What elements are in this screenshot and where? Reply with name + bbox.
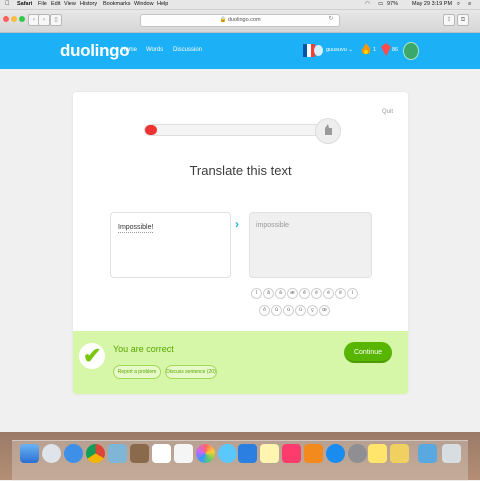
browser-toolbar: ‹ › ▯ 🔒 duolingo.com ↻ ⇪ ⧉ — [0, 10, 480, 33]
tabs-overview-button[interactable]: ⧉ — [457, 14, 469, 26]
menu-window[interactable]: Window — [134, 1, 154, 7]
checkmark-icon: ✔ — [79, 343, 105, 369]
avatar[interactable] — [314, 45, 323, 56]
menu-bookmarks[interactable]: Bookmarks — [103, 1, 131, 7]
spotlight-icon[interactable]: ⌕ — [457, 1, 460, 8]
menu-history[interactable]: History — [80, 1, 97, 7]
menu-view[interactable]: View — [64, 1, 76, 7]
ibooks-icon[interactable] — [304, 444, 323, 463]
progress-fill — [145, 125, 158, 135]
close-window-button[interactable] — [3, 16, 9, 22]
reload-icon[interactable]: ↻ — [326, 14, 336, 24]
result-message: You are correct — [113, 344, 174, 354]
contacts-icon[interactable] — [130, 444, 149, 463]
char-key[interactable]: à — [275, 288, 286, 299]
nav-home[interactable]: Home — [121, 47, 137, 53]
char-key[interactable]: é — [323, 288, 334, 299]
gem-count: 86 — [392, 47, 399, 53]
char-key[interactable]: è — [311, 288, 322, 299]
char-key[interactable]: ç — [307, 305, 318, 316]
notification-center-icon[interactable]: ≡ — [468, 1, 471, 7]
result-banner: ✔ You are correct Report a problem Discu… — [73, 331, 408, 394]
report-problem-button[interactable]: Report a problem — [113, 365, 161, 379]
discuss-sentence-button[interactable]: Discuss sentence (20) — [165, 365, 217, 379]
site-header: duolingo Home Words Discussion guusuvu ⌄… — [0, 33, 480, 69]
menu-file[interactable]: File — [38, 1, 47, 7]
script-icon[interactable] — [390, 444, 409, 463]
forward-button[interactable]: › — [38, 14, 50, 26]
source-sentence[interactable]: Impossible! — [118, 224, 154, 233]
calendar-icon[interactable] — [152, 444, 171, 463]
chrome-icon[interactable] — [86, 444, 105, 463]
downloads-folder-icon[interactable] — [418, 444, 437, 463]
preview-icon[interactable] — [108, 444, 127, 463]
apple-icon[interactable]:  — [5, 1, 10, 7]
challenge-title: Translate this text — [189, 163, 292, 178]
zoom-window-button[interactable] — [19, 16, 25, 22]
char-key[interactable]: â — [263, 288, 274, 299]
address-bar[interactable]: 🔒 duolingo.com — [140, 14, 340, 27]
nav-discussion[interactable]: Discussion — [173, 47, 202, 53]
translation-value: impossible — [256, 222, 290, 229]
menu-app-name[interactable]: Safari — [17, 1, 32, 7]
char-key[interactable]: î — [251, 288, 262, 299]
trash-icon[interactable] — [442, 444, 461, 463]
reminders-icon[interactable] — [174, 444, 193, 463]
wifi-icon[interactable]: ◠ — [365, 1, 370, 7]
app-store-icon[interactable] — [326, 444, 345, 463]
username[interactable]: guusuvu ⌄ — [326, 47, 353, 53]
launchpad-icon[interactable] — [42, 444, 61, 463]
quit-button[interactable]: Quit — [382, 109, 393, 115]
messages-icon[interactable] — [218, 444, 237, 463]
address-bar-url: duolingo.com — [227, 17, 261, 23]
trophy-icon — [315, 118, 341, 144]
lesson-progress-bar — [144, 124, 322, 136]
char-key[interactable]: ï — [347, 288, 358, 299]
lesson-card: Quit Translate this text Impossible! › i… — [73, 92, 408, 394]
char-key[interactable]: û — [271, 305, 282, 316]
translation-input[interactable]: impossible — [249, 212, 372, 278]
minimize-window-button[interactable] — [11, 16, 17, 22]
share-button[interactable]: ⇪ — [443, 14, 455, 26]
lingot-gem-icon[interactable] — [381, 43, 391, 56]
char-key[interactable]: ô — [259, 305, 270, 316]
battery-percent: 97% — [387, 1, 399, 7]
finder-icon[interactable] — [20, 444, 39, 463]
mac-menu-bar:  Safari File Edit View History Bookmark… — [0, 0, 480, 10]
char-key[interactable]: œ — [319, 305, 330, 316]
chevron-right-icon: › — [235, 217, 239, 231]
streak-flame-icon[interactable] — [361, 43, 371, 56]
photos-icon[interactable] — [196, 444, 215, 463]
battery-icon[interactable]: ▭ — [378, 1, 383, 7]
streak-count: 1 — [373, 47, 377, 53]
safari-icon[interactable] — [64, 444, 83, 463]
menu-help[interactable]: Help — [157, 1, 168, 7]
notes-icon[interactable] — [260, 444, 279, 463]
char-key[interactable]: æ — [287, 288, 298, 299]
sidebar-icon[interactable]: ▯ — [50, 14, 62, 26]
nav-words[interactable]: Words — [146, 47, 163, 53]
chevron-down-icon: ⌄ — [348, 47, 353, 53]
lock-icon: 🔒 — [219, 17, 227, 23]
char-key[interactable]: ù — [283, 305, 294, 316]
itunes-icon[interactable] — [282, 444, 301, 463]
system-preferences-icon[interactable] — [348, 444, 367, 463]
menu-clock[interactable]: May 29 3:19 PM — [412, 1, 452, 7]
char-key[interactable]: ü — [295, 305, 306, 316]
source-text-box: Impossible! — [110, 212, 231, 278]
app-icon[interactable] — [238, 444, 257, 463]
char-key[interactable]: ê — [299, 288, 310, 299]
stickies-icon[interactable] — [368, 444, 387, 463]
duolingo-logo[interactable]: duolingo — [60, 41, 130, 61]
menu-edit[interactable]: Edit — [51, 1, 60, 7]
char-key[interactable]: ë — [335, 288, 346, 299]
level-crown-icon[interactable] — [403, 42, 419, 60]
continue-button[interactable]: Continue — [344, 342, 392, 363]
